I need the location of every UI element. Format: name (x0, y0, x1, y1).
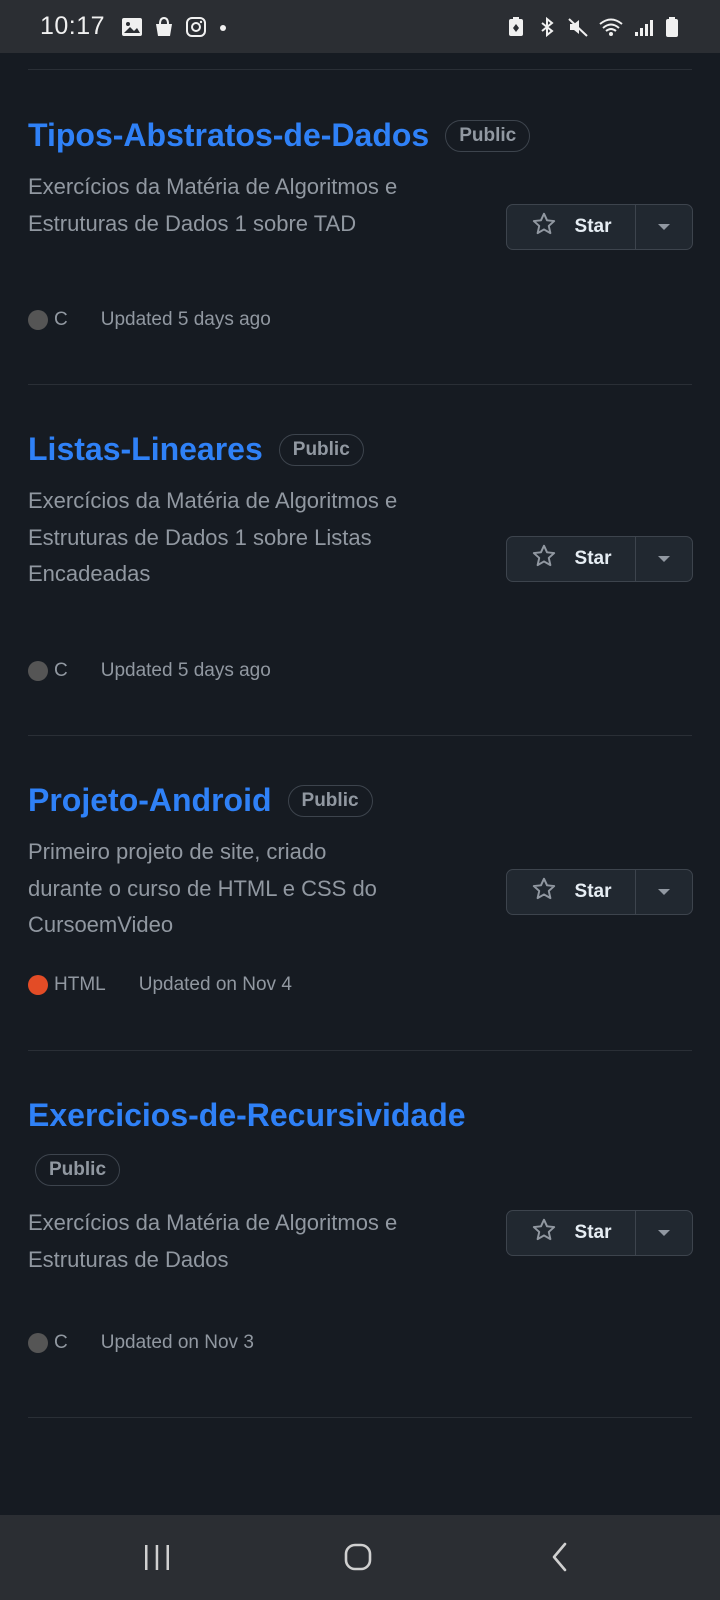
star-button[interactable]: Star (507, 1211, 636, 1255)
star-button[interactable]: Star (507, 537, 636, 581)
star-button-group: Star (506, 869, 693, 915)
caret-down-icon (657, 1224, 671, 1242)
divider (28, 1050, 692, 1051)
star-dropdown-button[interactable] (636, 205, 692, 249)
updated-time: Updated 5 days ago (100, 660, 271, 681)
shopping-bag-icon (153, 16, 175, 38)
battery-saver-icon (505, 16, 527, 38)
repo-description: Exercícios da Matéria de Algoritmos e Es… (28, 488, 398, 586)
language-name: HTML (54, 974, 106, 995)
language-name: C (54, 309, 68, 330)
language-name: C (54, 660, 68, 681)
repo-title-link[interactable]: Projeto-Android (28, 782, 272, 819)
dot-icon (217, 16, 229, 38)
star-button[interactable]: Star (507, 870, 636, 914)
repo-title-link[interactable]: Tipos-Abstratos-de-Dados (28, 117, 429, 154)
instagram-icon (185, 16, 207, 38)
caret-down-icon (657, 550, 671, 568)
divider (28, 69, 692, 70)
repo-title-link[interactable]: Exercicios-de-Recursividade (28, 1097, 466, 1134)
star-button-group: Star (506, 204, 693, 250)
star-label: Star (574, 548, 612, 569)
back-icon[interactable] (548, 1537, 572, 1577)
updated-time: Updated 5 days ago (100, 309, 271, 330)
bluetooth-icon (536, 16, 558, 38)
recent-apps-icon[interactable] (142, 1537, 172, 1577)
wifi-icon (598, 16, 624, 38)
battery-icon (664, 16, 680, 38)
star-label: Star (574, 1222, 612, 1243)
star-button[interactable]: Star (507, 205, 636, 249)
star-label: Star (574, 881, 612, 902)
status-bar: 10:17 (0, 0, 720, 53)
star-icon (531, 1217, 557, 1249)
signal-icon (633, 16, 655, 38)
updated-time: Updated on Nov 4 (138, 974, 292, 995)
star-dropdown-button[interactable] (636, 537, 692, 581)
caret-down-icon (657, 218, 671, 236)
language-color-dot (28, 661, 48, 681)
repository-list: Tipos-Abstratos-de-Dados Public Exercíci… (0, 53, 720, 1515)
star-icon (531, 876, 557, 908)
updated-time: Updated on Nov 3 (100, 1332, 254, 1353)
status-time: 10:17 (40, 12, 106, 40)
visibility-badge: Public (278, 433, 364, 466)
divider (28, 384, 692, 385)
language-color-dot (28, 310, 48, 330)
language-color-dot (28, 1333, 48, 1353)
star-dropdown-button[interactable] (636, 870, 692, 914)
repo-title-link[interactable]: Listas-Lineares (28, 431, 263, 468)
mute-icon (567, 16, 589, 38)
navigation-bar (0, 1515, 720, 1600)
star-button-group: Star (506, 536, 693, 582)
divider (28, 1417, 692, 1418)
repo-description: Exercícios da Matéria de Algoritmos e Es… (28, 174, 398, 236)
language-name: C (54, 1332, 68, 1353)
star-icon (531, 211, 557, 243)
repo-description: Exercícios da Matéria de Algoritmos e Es… (28, 1210, 398, 1272)
divider (28, 735, 692, 736)
star-label: Star (574, 216, 612, 237)
star-icon (531, 543, 557, 575)
caret-down-icon (657, 883, 671, 901)
visibility-badge: Public (287, 784, 373, 817)
repo-description: Primeiro projeto de site, criado durante… (28, 839, 377, 937)
star-dropdown-button[interactable] (636, 1211, 692, 1255)
visibility-badge: Public (35, 1154, 121, 1186)
home-icon[interactable] (343, 1537, 373, 1577)
star-button-group: Star (506, 1210, 693, 1256)
gallery-icon (121, 16, 143, 38)
language-color-dot (28, 975, 48, 995)
visibility-badge: Public (445, 119, 531, 152)
